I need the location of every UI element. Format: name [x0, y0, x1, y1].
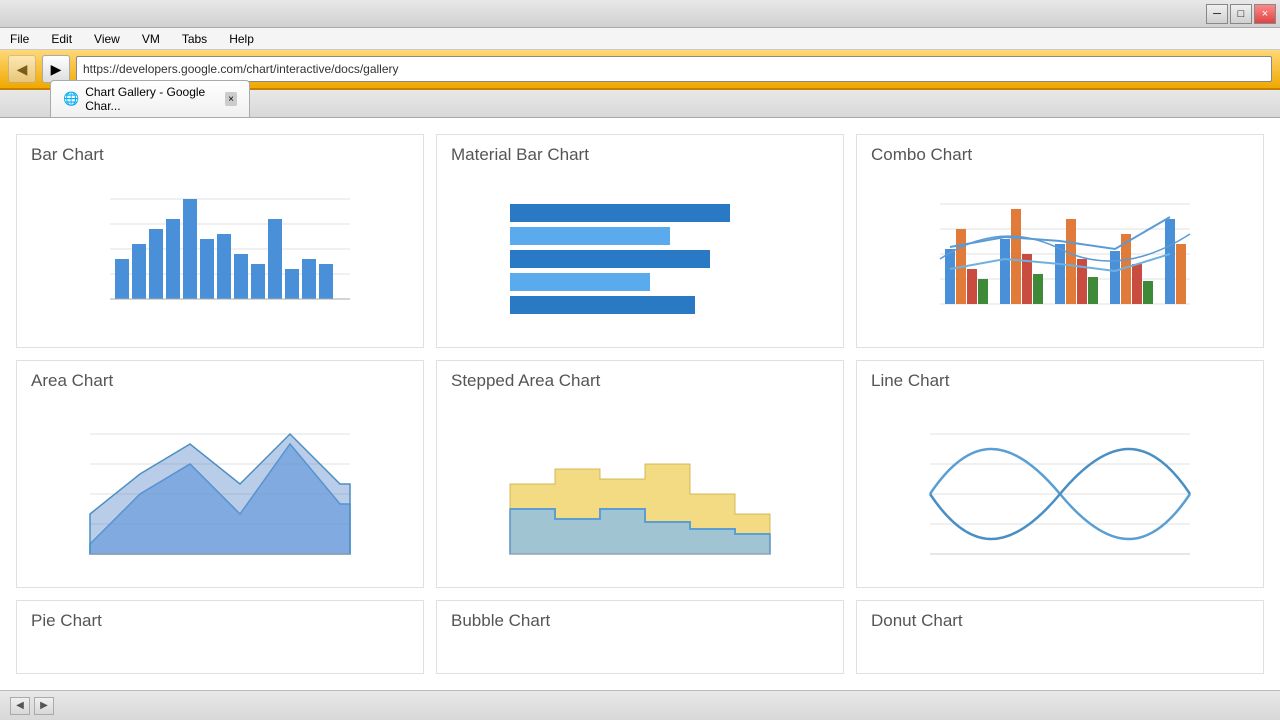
- url-text: https://developers.google.com/chart/inte…: [83, 62, 399, 76]
- chart-visual-line: [857, 397, 1263, 588]
- chart-card-stepped-area[interactable]: Stepped Area Chart: [436, 360, 844, 589]
- tab-title: Chart Gallery - Google Char...: [85, 85, 219, 113]
- chart-visual-area: [17, 397, 423, 588]
- tab-bar: 🌐 Chart Gallery - Google Char... ×: [0, 90, 1280, 118]
- chart-visual-donut: [857, 637, 1263, 673]
- tab-close-button[interactable]: ×: [225, 92, 237, 106]
- menu-vm[interactable]: VM: [136, 30, 166, 48]
- chart-card-material-bar[interactable]: Material Bar Chart: [436, 134, 844, 348]
- title-bar: ─ □ ×: [0, 0, 1280, 28]
- chart-visual-stepped-area: [437, 397, 843, 588]
- chart-card-bar[interactable]: Bar Chart: [16, 134, 424, 348]
- scroll-left-button[interactable]: ◀: [10, 697, 30, 715]
- menu-edit[interactable]: Edit: [45, 30, 78, 48]
- menu-bar: File Edit View VM Tabs Help: [0, 28, 1280, 50]
- chart-title-bubble: Bubble Chart: [437, 601, 843, 637]
- chart-card-area[interactable]: Area Chart: [16, 360, 424, 589]
- chart-title-bar: Bar Chart: [17, 135, 423, 171]
- close-button[interactable]: ×: [1254, 4, 1276, 24]
- chart-title-stepped-area: Stepped Area Chart: [437, 361, 843, 397]
- chart-visual-material-bar: [437, 171, 843, 347]
- chart-title-material-bar: Material Bar Chart: [437, 135, 843, 171]
- horizontal-scrollbar[interactable]: ◀ ▶: [10, 697, 54, 715]
- chart-title-pie: Pie Chart: [17, 601, 423, 637]
- chart-title-area: Area Chart: [17, 361, 423, 397]
- chart-title-line: Line Chart: [857, 361, 1263, 397]
- forward-button[interactable]: ▶: [42, 55, 70, 83]
- chart-card-line[interactable]: Line Chart: [856, 360, 1264, 589]
- chart-card-pie[interactable]: Pie Chart: [16, 600, 424, 674]
- chart-visual-bar: [17, 171, 423, 347]
- scroll-right-button[interactable]: ▶: [34, 697, 54, 715]
- content-area: Bar Chart: [0, 118, 1280, 690]
- menu-tabs[interactable]: Tabs: [176, 30, 213, 48]
- minimize-button[interactable]: ─: [1206, 4, 1228, 24]
- window-controls[interactable]: ─ □ ×: [1206, 4, 1276, 24]
- chart-title-combo: Combo Chart: [857, 135, 1263, 171]
- chart-card-donut[interactable]: Donut Chart: [856, 600, 1264, 674]
- chart-visual-bubble: [437, 637, 843, 673]
- chart-visual-pie: [17, 637, 423, 673]
- maximize-button[interactable]: □: [1230, 4, 1252, 24]
- menu-file[interactable]: File: [4, 30, 35, 48]
- back-button[interactable]: ◀: [8, 55, 36, 83]
- address-bar[interactable]: https://developers.google.com/chart/inte…: [76, 56, 1272, 82]
- chart-card-bubble[interactable]: Bubble Chart: [436, 600, 844, 674]
- menu-help[interactable]: Help: [223, 30, 260, 48]
- chart-card-combo[interactable]: Combo Chart: [856, 134, 1264, 348]
- tab-favicon: 🌐: [63, 91, 79, 107]
- browser-tab[interactable]: 🌐 Chart Gallery - Google Char... ×: [50, 80, 250, 117]
- status-bar: ◀ ▶: [0, 690, 1280, 720]
- menu-view[interactable]: View: [88, 30, 126, 48]
- chart-title-donut: Donut Chart: [857, 601, 1263, 637]
- chart-visual-combo: [857, 171, 1263, 347]
